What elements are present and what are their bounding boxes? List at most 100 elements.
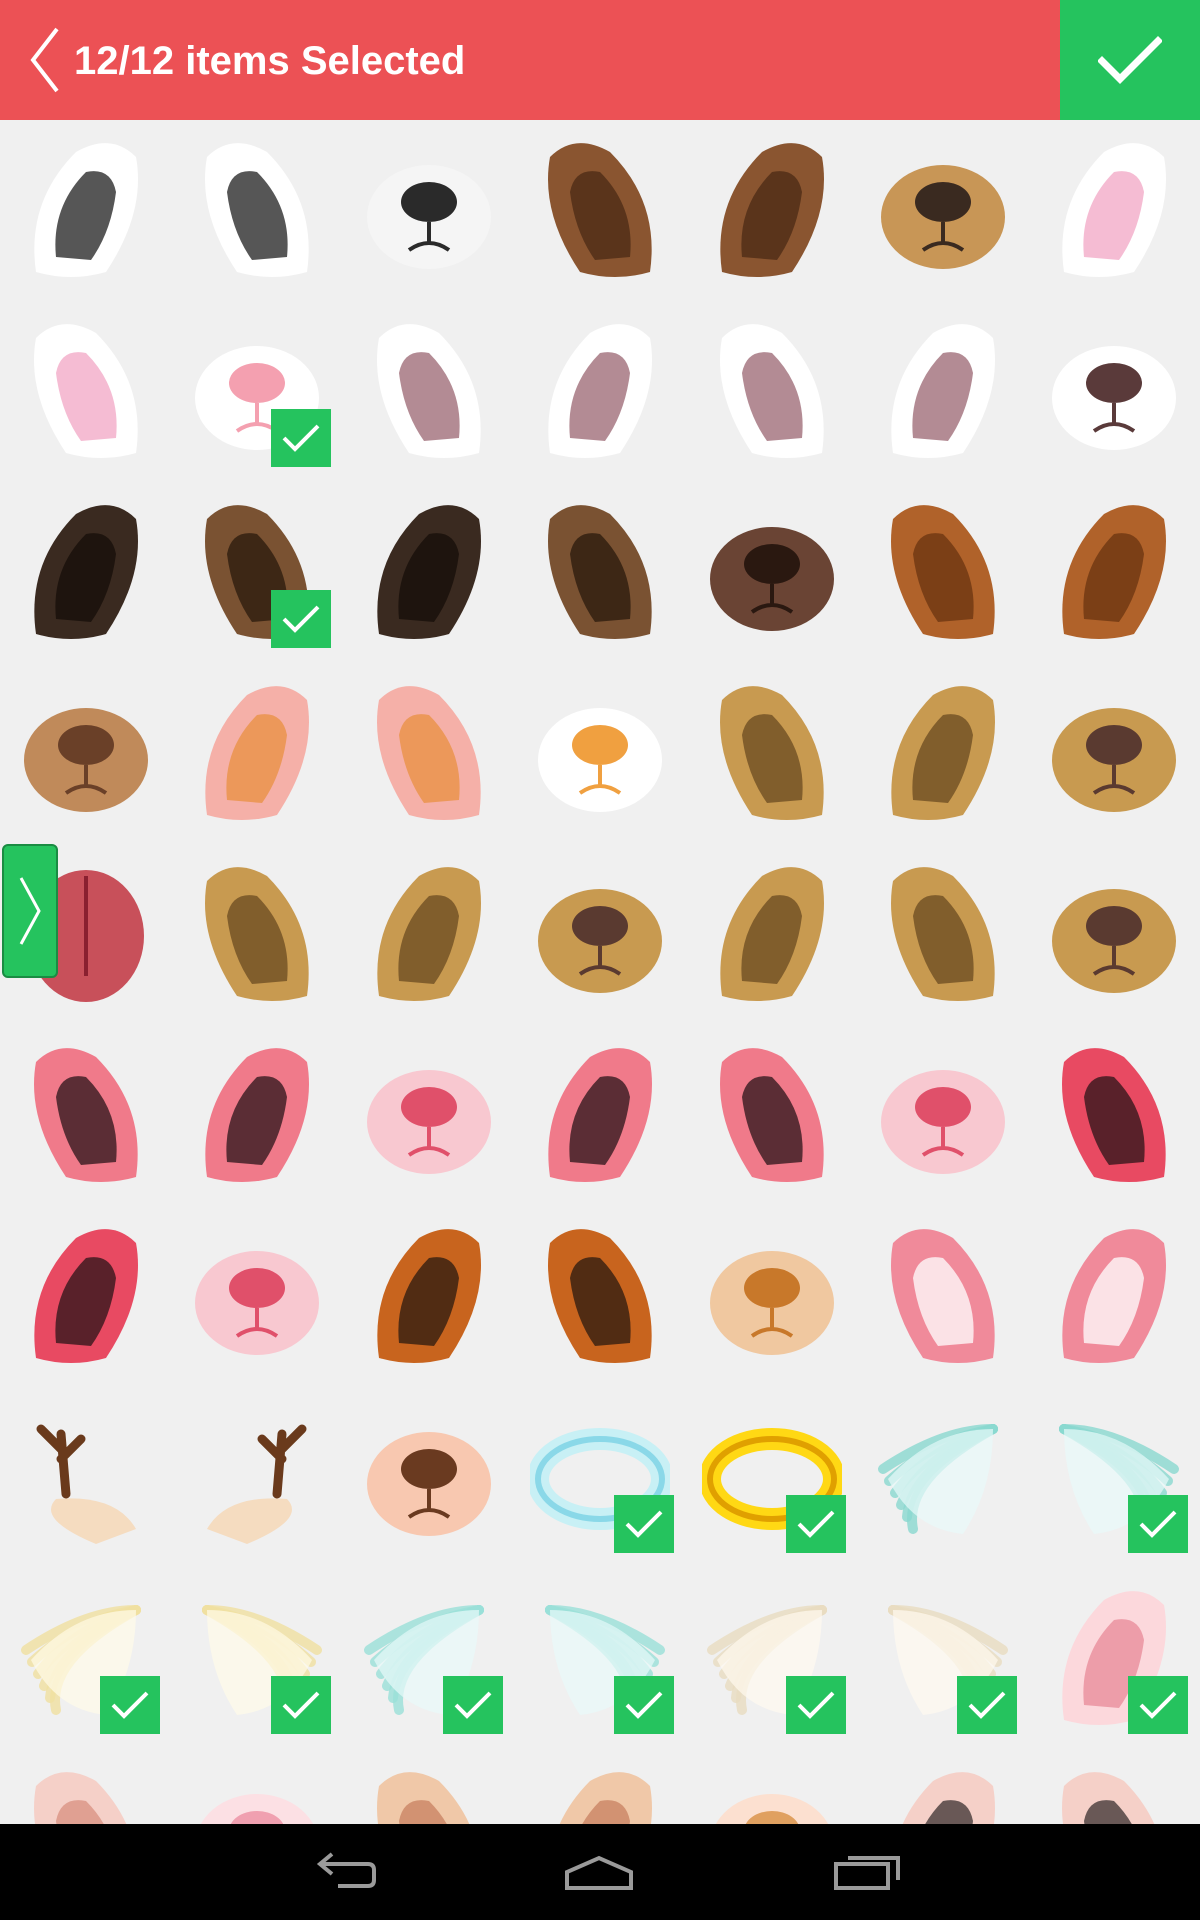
sticker-item-mouse-nose-3[interactable] <box>171 1206 342 1386</box>
sticker-item-spotted-ear-right-2[interactable] <box>343 844 514 1024</box>
side-drawer-tab[interactable] <box>2 844 58 978</box>
sticker-item-cat-ear-white-left-2[interactable] <box>686 301 857 481</box>
sticker-item-brown-floppy-ear-right[interactable] <box>514 482 685 662</box>
sticker-item-deer-antlers-ears-right[interactable] <box>171 1387 342 1567</box>
sticker-item-pink-ear-right-2[interactable] <box>686 1025 857 1205</box>
sticker-item-round-pink-ear[interactable] <box>1028 1568 1199 1748</box>
nav-back-button[interactable] <box>283 1838 403 1906</box>
sticker-item-ivory-wing-left[interactable] <box>686 1568 857 1748</box>
sticker-item-tan-dog-nose[interactable] <box>0 663 171 843</box>
sticker-item-dalmatian-nose[interactable] <box>343 120 514 300</box>
nav-recents-icon <box>834 1856 900 1890</box>
sticker-item-deer-nose[interactable] <box>343 1387 514 1567</box>
sticker-item-curly-ear-left[interactable] <box>857 482 1028 662</box>
sticker-item-fox-nose[interactable] <box>686 1206 857 1386</box>
sticker-item-fox-nose-partial[interactable] <box>686 1749 857 1824</box>
check-icon <box>1139 1691 1177 1719</box>
sticker-item-pink-ear-left[interactable] <box>0 1025 171 1205</box>
spotted-ear-right-3-icon <box>891 867 995 1001</box>
sticker-item-brown-dog-ear-right[interactable] <box>686 120 857 300</box>
sticker-item-fox-ear-left[interactable] <box>171 663 342 843</box>
mint-wing-left-icon <box>878 1424 998 1534</box>
sticker-item-dalmatian-ear-left[interactable] <box>0 120 171 300</box>
cat-nose-orange-icon <box>538 708 662 812</box>
dalmatian-ear-left-icon <box>34 143 138 277</box>
dalmatian-ear-right-icon <box>205 143 309 277</box>
sticker-item-cat-ear-white-right[interactable] <box>514 301 685 481</box>
page-title: 12/12 items Selected <box>74 39 466 83</box>
sticker-item-dark-ear-partial-1[interactable] <box>857 1749 1028 1824</box>
check-icon <box>625 1510 663 1538</box>
sticker-item-pink-nose-partial[interactable] <box>171 1749 342 1824</box>
round-ear-partial-2-icon <box>377 1772 470 1824</box>
sticker-item-mint-wing-right[interactable] <box>1028 1387 1199 1567</box>
sticker-item-spotted-ear-left[interactable] <box>686 663 857 843</box>
sticker-item-spotted-nose-2[interactable] <box>514 844 685 1024</box>
dark-dog-ear-left-icon <box>34 505 138 639</box>
sticker-item-pink-ear-right[interactable] <box>171 1025 342 1205</box>
sticker-item-brown-floppy-ear-left[interactable] <box>171 482 342 662</box>
sticker-item-calico-ear-right[interactable] <box>514 1206 685 1386</box>
sticker-item-dark-brown-nose[interactable] <box>686 482 857 662</box>
spotted-ear-left-2-icon <box>205 867 309 1001</box>
sticker-item-pink-ear-left-2[interactable] <box>514 1025 685 1205</box>
sticker-item-light-pink-ear-left[interactable] <box>857 1206 1028 1386</box>
sticker-item-round-ear-partial-2[interactable] <box>343 1749 514 1824</box>
sticker-item-ivory-wing-right[interactable] <box>857 1568 1028 1748</box>
brown-floppy-ear-right-icon <box>548 505 652 639</box>
sticker-item-pink-ear-left-3[interactable] <box>0 1206 171 1386</box>
sticker-item-pink-ear-right-3[interactable] <box>1028 1025 1199 1205</box>
sticker-item-bunny-ear-bow-left[interactable] <box>0 301 171 481</box>
sticker-item-round-ear-partial-3[interactable] <box>514 1749 685 1824</box>
sticker-item-dark-dog-ear-left[interactable] <box>0 482 171 662</box>
mouse-nose-icon <box>367 1070 491 1174</box>
selected-check-badge <box>614 1495 674 1553</box>
nav-back-icon <box>316 1852 376 1888</box>
dark-ear-partial-1-icon <box>902 1772 995 1824</box>
sticker-item-cream-wing-left[interactable] <box>0 1568 171 1748</box>
sticker-item-cat-nose-orange[interactable] <box>514 663 685 843</box>
sticker-item-curly-ear-right[interactable] <box>1028 482 1199 662</box>
spotted-nose-icon <box>1052 708 1176 812</box>
sticker-item-cream-wing-right[interactable] <box>171 1568 342 1748</box>
sticker-item-brown-dog-nose[interactable] <box>857 120 1028 300</box>
nav-home-button[interactable] <box>539 1838 659 1906</box>
nav-recents-button[interactable] <box>808 1838 928 1906</box>
sticker-item-brown-dog-ear-left[interactable] <box>514 120 685 300</box>
sticker-item-blue-halo[interactable] <box>514 1387 685 1567</box>
sticker-item-mouse-nose[interactable] <box>343 1025 514 1205</box>
sticker-item-deer-antlers-ears-left[interactable] <box>0 1387 171 1567</box>
curly-ear-left-icon <box>891 505 995 639</box>
sticker-item-white-dog-nose[interactable] <box>1028 301 1199 481</box>
deer-antlers-ears-left-icon <box>36 1424 136 1544</box>
back-button[interactable] <box>14 22 74 98</box>
sticker-item-aqua-wing-left[interactable] <box>343 1568 514 1748</box>
sticker-item-cat-ear-white-right-2[interactable] <box>857 301 1028 481</box>
selected-check-badge <box>271 590 331 648</box>
selected-check-badge <box>614 1676 674 1734</box>
sticker-item-dark-dog-ear-right[interactable] <box>343 482 514 662</box>
sticker-item-spotted-ear-left-2[interactable] <box>171 844 342 1024</box>
check-icon <box>454 1691 492 1719</box>
sticker-item-light-pink-ear-right[interactable] <box>1028 1206 1199 1386</box>
sticker-item-spotted-nose-3[interactable] <box>1028 844 1199 1024</box>
sticker-item-spotted-ear-left-3[interactable] <box>686 844 857 1024</box>
sticker-item-bunny-nose[interactable] <box>171 301 342 481</box>
sticker-item-spotted-ear-right-3[interactable] <box>857 844 1028 1024</box>
sticker-item-spotted-nose[interactable] <box>1028 663 1199 843</box>
sticker-item-cat-ear-white-left[interactable] <box>343 301 514 481</box>
sticker-item-gold-halo[interactable] <box>686 1387 857 1567</box>
sticker-item-round-ear-partial-1[interactable] <box>0 1749 171 1824</box>
sticker-item-mint-wing-left[interactable] <box>857 1387 1028 1567</box>
selected-check-badge <box>786 1495 846 1553</box>
confirm-button[interactable] <box>1060 0 1200 120</box>
sticker-item-dalmatian-ear-right[interactable] <box>171 120 342 300</box>
sticker-item-mouse-nose-2[interactable] <box>857 1025 1028 1205</box>
sticker-item-aqua-wing-right[interactable] <box>514 1568 685 1748</box>
sticker-item-calico-ear-left[interactable] <box>343 1206 514 1386</box>
sticker-item-bunny-ear-bow[interactable] <box>1028 120 1199 300</box>
sticker-item-fox-ear-right[interactable] <box>343 663 514 843</box>
tan-dog-nose-icon <box>24 708 148 812</box>
sticker-item-dark-ear-partial-2[interactable] <box>1028 1749 1199 1824</box>
sticker-item-spotted-ear-right[interactable] <box>857 663 1028 843</box>
